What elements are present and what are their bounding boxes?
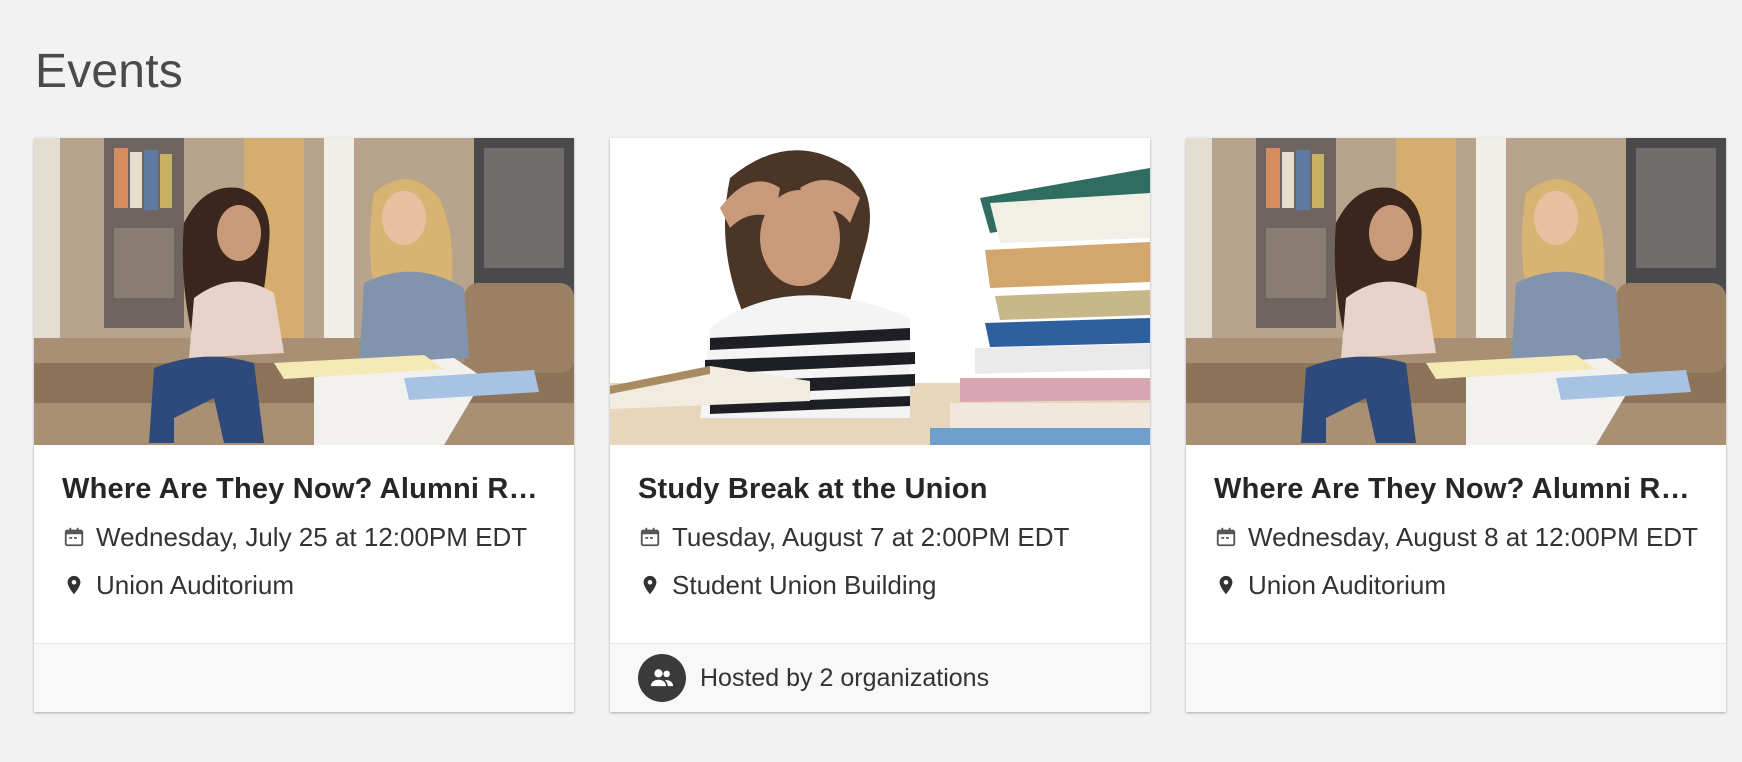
event-location: Student Union Building (672, 570, 937, 600)
event-title[interactable]: Where Are They Now? Alumni Rou... (1214, 471, 1698, 507)
event-card-footer: Hosted by 2 organizations (610, 643, 1150, 712)
event-card[interactable]: Study Break at the Union Tuesday, August… (610, 138, 1150, 712)
calendar-icon (62, 525, 86, 549)
event-location-row: Student Union Building (638, 567, 1122, 603)
map-pin-icon (1214, 573, 1238, 597)
event-location-row: Union Auditorium (62, 567, 546, 603)
event-title[interactable]: Where Are They Now? Alumni Rou... (62, 471, 546, 507)
calendar-icon (638, 525, 662, 549)
event-card-body: Where Are They Now? Alumni Rou... Wednes… (1186, 445, 1726, 643)
event-card-footer (34, 643, 574, 712)
event-title[interactable]: Study Break at the Union (638, 471, 1122, 507)
calendar-icon (1214, 525, 1238, 549)
event-date-row: Tuesday, August 7 at 2:00PM EDT (638, 519, 1122, 555)
event-image (1186, 138, 1726, 445)
event-location-row: Union Auditorium (1214, 567, 1698, 603)
event-card[interactable]: Where Are They Now? Alumni Rou... Wednes… (1186, 138, 1726, 712)
event-image (34, 138, 574, 445)
events-page: Events Where Are They Now? Alumni Rou...… (0, 0, 1742, 762)
event-date: Tuesday, August 7 at 2:00PM EDT (672, 522, 1070, 552)
hosted-by-text[interactable]: Hosted by 2 organizations (700, 664, 989, 693)
group-icon (638, 654, 686, 702)
event-card[interactable]: Where Are They Now? Alumni Rou... Wednes… (34, 138, 574, 712)
event-date: Wednesday, August 8 at 12:00PM EDT (1248, 522, 1698, 552)
event-date: Wednesday, July 25 at 12:00PM EDT (96, 522, 528, 552)
event-card-footer (1186, 643, 1726, 712)
event-date-row: Wednesday, August 8 at 12:00PM EDT (1214, 519, 1698, 555)
page-title: Events (35, 45, 183, 98)
event-card-body: Study Break at the Union Tuesday, August… (610, 445, 1150, 643)
event-date-row: Wednesday, July 25 at 12:00PM EDT (62, 519, 546, 555)
event-location: Union Auditorium (96, 570, 294, 600)
event-cards: Where Are They Now? Alumni Rou... Wednes… (34, 138, 1726, 712)
event-card-body: Where Are They Now? Alumni Rou... Wednes… (34, 445, 574, 643)
map-pin-icon (62, 573, 86, 597)
event-image (610, 138, 1150, 445)
event-location: Union Auditorium (1248, 570, 1446, 600)
map-pin-icon (638, 573, 662, 597)
